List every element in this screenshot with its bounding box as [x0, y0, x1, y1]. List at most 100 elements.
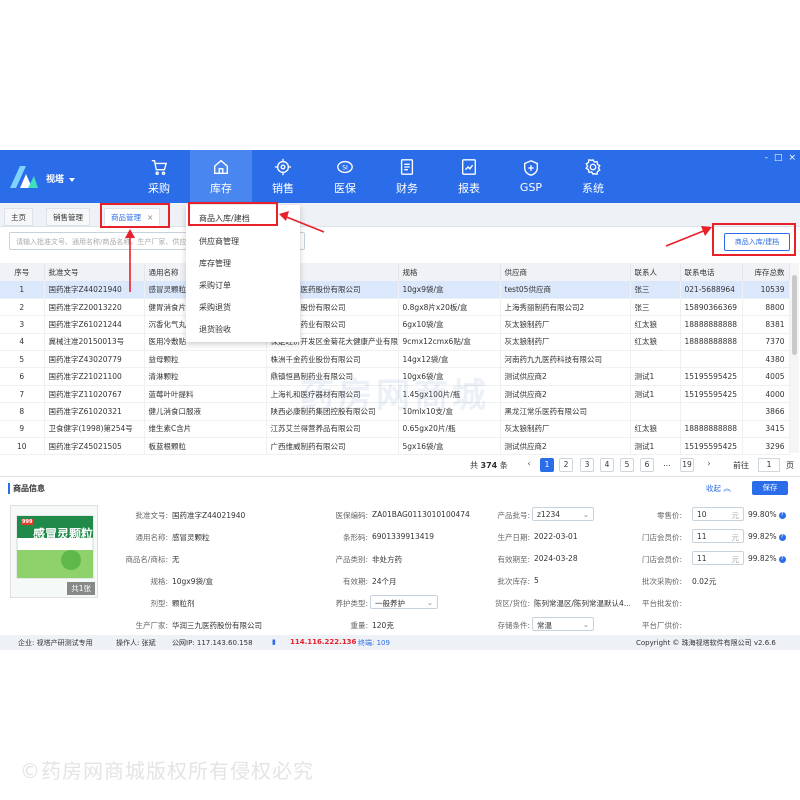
table-row[interactable]: 4冀械注准20150013号医用冷敷贴保定经济开发区金菊花大健康产业有限公司9c…: [0, 333, 790, 352]
nav-finance[interactable]: 财务: [376, 150, 438, 203]
table-cell: 广西维威制药有限公司: [266, 437, 399, 456]
table-row[interactable]: 1 国药准字Z44021940 感冒灵颗粒 华润三九医药股份有限公司 10gx9袋/盒 t…: [0, 281, 790, 299]
chevron-down-icon: [69, 177, 76, 182]
next-page-button[interactable]: ›: [702, 458, 716, 472]
table-cell: 6gx10袋/盒: [398, 315, 501, 334]
nav-insurance[interactable]: SI 医保: [314, 150, 376, 203]
table-row[interactable]: 3 国药准字Z61021244 沉香化气丸 陕西香菊药业有限公司 6gx10袋/盒 灰太狼…: [0, 315, 790, 334]
select-value: 常温: [537, 621, 552, 630]
product-image[interactable]: 999 感冒灵颗粒 共1张: [10, 505, 98, 598]
table-cell: 冀械注准20150013号: [44, 333, 145, 352]
maintenance-type-select[interactable]: 一般养护 ⌄: [370, 595, 438, 609]
user-name: 视塔: [46, 175, 65, 185]
batch-number-select[interactable]: z1234 ⌄: [532, 507, 594, 521]
margin-value: 99.80%: [748, 510, 777, 519]
close-button[interactable]: ×: [788, 153, 796, 163]
page-button[interactable]: 2: [559, 458, 573, 472]
store-member-price-input[interactable]: 11 元: [692, 551, 744, 565]
table-cell: 10: [0, 437, 45, 456]
field-label: 产品类别:: [335, 555, 368, 564]
table-cell: 国药准字Z61020321: [44, 402, 145, 421]
table-cell: 8: [0, 402, 45, 421]
svg-text:SI: SI: [342, 164, 348, 171]
field-label: 门店会员价:: [641, 533, 682, 542]
menu-item-inventory-management[interactable]: 库存管理: [199, 258, 231, 269]
scroll-thumb[interactable]: [792, 275, 797, 355]
storage-condition-select[interactable]: 常温 ⌄: [532, 617, 594, 631]
tab-sales-management[interactable]: 销售管理: [46, 208, 90, 226]
table-row[interactable]: 2 国药准字Z20013220 健胃消食片 江中药业股份有限公司 0.8gx8片x20板…: [0, 298, 790, 317]
app-logo: [10, 166, 38, 188]
table-cell: [680, 402, 743, 421]
nav-reports[interactable]: 报表: [438, 150, 500, 203]
nav-label: 报表: [458, 181, 480, 195]
menu-item-purchase-return[interactable]: 采购退货: [199, 302, 231, 313]
table-cell: 3: [0, 315, 45, 334]
table-row[interactable]: 10 国药准字Z45021505 板蓝根颗粒 广西维威制药有限公司 5gx16袋/盒 测试…: [0, 437, 790, 456]
goto-page-input[interactable]: 1: [758, 458, 780, 472]
field-label: 存储条件:: [497, 621, 530, 630]
column-header[interactable]: 供应商: [500, 263, 631, 281]
manufacturer: 华润三九医药股份有限公司: [172, 621, 262, 630]
retail-price-input[interactable]: 10 元: [692, 507, 744, 521]
main-nav: 采购 库存 销售 SI 医保 财务 报表 GSP 系统: [128, 150, 624, 203]
chevron-down-icon: ⌄: [426, 598, 433, 607]
highlight-box: [188, 202, 278, 226]
page-button[interactable]: 19: [680, 458, 694, 472]
minimize-button[interactable]: -: [765, 153, 768, 163]
menu-item-purchase-order[interactable]: 采购订单: [199, 280, 231, 291]
nav-inventory[interactable]: 库存: [190, 150, 252, 203]
table-cell: 8800: [742, 298, 790, 317]
tab-home[interactable]: 主页: [4, 208, 33, 226]
page-button[interactable]: 3: [580, 458, 594, 472]
menu-item-supplier-management[interactable]: 供应商管理: [199, 236, 239, 247]
page-button[interactable]: 4: [600, 458, 614, 472]
prev-page-button[interactable]: ‹: [522, 458, 536, 472]
table-cell: 4: [0, 333, 45, 352]
page-button[interactable]: 1: [540, 458, 554, 472]
table-cell: 黑龙江常乐医药有限公司: [500, 402, 631, 421]
si-icon: SI: [337, 160, 353, 173]
table-cell: 14gx12袋/盒: [398, 350, 501, 369]
private-ip: 114.116.222.136: [290, 638, 357, 646]
column-header[interactable]: 序号: [0, 263, 45, 281]
table-cell: 国药准字Z43020779: [44, 350, 145, 369]
column-header[interactable]: 规格: [398, 263, 501, 281]
field-label: 有效期:: [342, 577, 368, 586]
table-cell: 健儿消食口服液: [144, 402, 267, 421]
nav-sales[interactable]: 销售: [252, 150, 314, 203]
total-prefix: 共: [470, 461, 478, 470]
help-icon[interactable]: ?: [778, 533, 786, 541]
nav-purchase[interactable]: 采购: [128, 150, 190, 203]
column-header[interactable]: 库存总数: [742, 263, 790, 281]
help-icon[interactable]: ?: [778, 511, 786, 519]
company-info: 企业: 视塔产研测试专用: [18, 639, 93, 647]
column-header[interactable]: 联系人: [630, 263, 681, 281]
page-ellipsis[interactable]: ...: [660, 458, 674, 472]
generic-name: 感冒灵颗粒: [172, 533, 210, 542]
nav-system[interactable]: 系统: [562, 150, 624, 203]
table-cell: 4000: [742, 385, 790, 404]
member-price-input[interactable]: 11 元: [692, 529, 744, 543]
nav-gsp[interactable]: GSP: [500, 150, 562, 203]
page-button[interactable]: 5: [620, 458, 634, 472]
storage-location[interactable]: 陈列常温区/陈列常温默认4...: [534, 598, 630, 609]
user-menu[interactable]: 视塔: [46, 172, 76, 185]
help-icon[interactable]: ?: [778, 555, 786, 563]
page-button[interactable]: 6: [640, 458, 654, 472]
table-row[interactable]: 9 卫食健字(1998)第254号 维生素C含片 江苏艾兰得营养品有限公司 0.65gx…: [0, 420, 790, 439]
save-button[interactable]: 保存: [752, 481, 788, 495]
menu-item-return-inspection[interactable]: 退货验收: [199, 324, 231, 335]
table-cell: 张三: [630, 298, 681, 317]
table-cell: 4005: [742, 367, 790, 386]
dosage-form: 颗粒剂: [172, 599, 195, 608]
column-header[interactable]: 联系电话: [680, 263, 743, 281]
table-scrollbar[interactable]: [790, 263, 799, 453]
unit-label: 元: [731, 555, 740, 564]
maximize-button[interactable]: □: [774, 153, 783, 163]
table-cell: 15195595425: [680, 367, 743, 386]
collapse-toggle[interactable]: 收起 ︽: [706, 483, 731, 494]
table-row[interactable]: 5 国药准字Z43020779 益母颗粒 株洲千金药业股份有限公司 14gx12袋/盒河…: [0, 350, 790, 369]
total-value: 374: [480, 461, 498, 470]
collapse-label: 收起: [706, 484, 721, 493]
